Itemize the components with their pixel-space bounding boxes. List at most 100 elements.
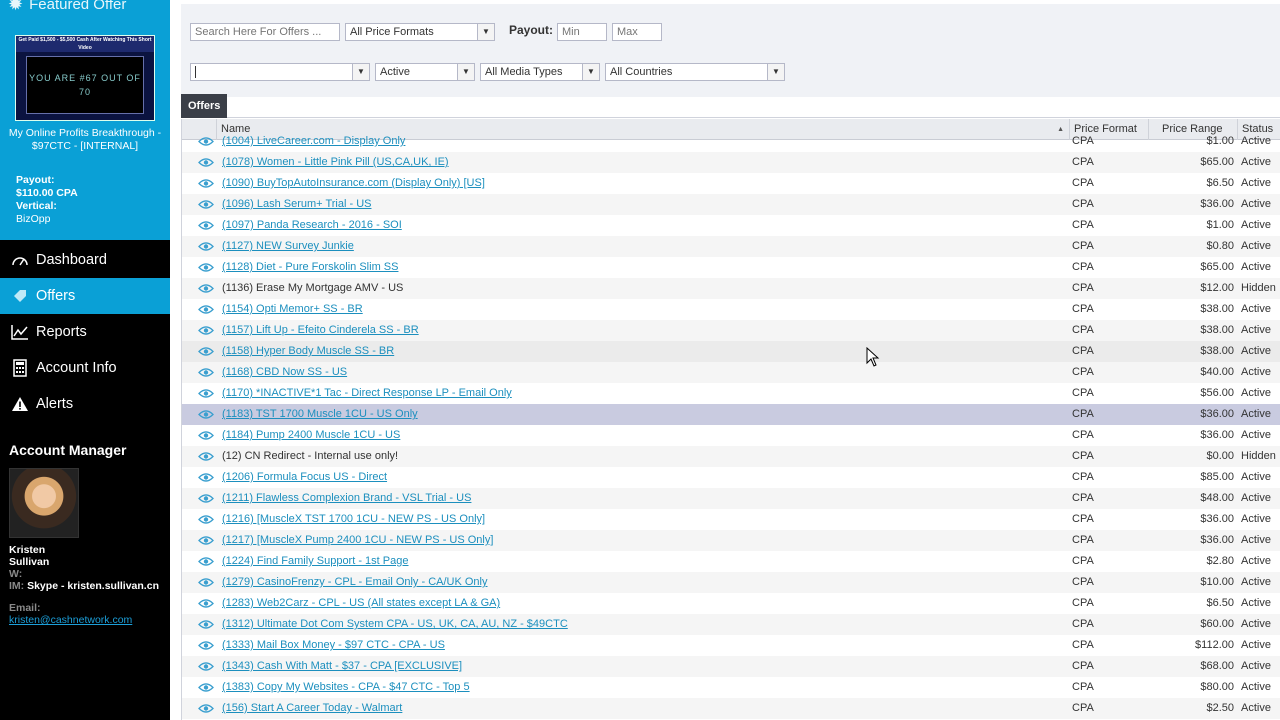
table-row[interactable]: (1184) Pump 2400 Muscle 1CU - US CPA $36.0… <box>182 425 1280 446</box>
offer-name-link[interactable]: (1383) Copy My Websites - CPA - $47 CTC … <box>222 677 470 698</box>
eye-icon[interactable] <box>198 346 214 357</box>
eye-icon[interactable] <box>198 535 214 546</box>
eye-icon[interactable] <box>198 262 214 273</box>
table-row[interactable]: (1383) Copy My Websites - CPA - $47 CTC … <box>182 677 1280 698</box>
offer-name-link[interactable]: (1206) Formula Focus US - Direct <box>222 467 387 488</box>
offer-name-link[interactable]: (1168) CBD Now SS - US <box>222 362 347 383</box>
eye-icon[interactable] <box>198 325 214 336</box>
eye-icon[interactable] <box>198 409 214 420</box>
nav-item-dashboard[interactable]: Dashboard <box>0 242 170 278</box>
offer-name-link[interactable]: (1078) Women - Little Pink Pill (US,CA,U… <box>222 152 449 173</box>
offer-name-link[interactable]: (1158) Hyper Body Muscle SS - BR <box>222 341 394 362</box>
table-row[interactable]: (1279) CasinoFrenzy - CPL - Email Only -… <box>182 572 1280 593</box>
table-row[interactable]: (1211) Flawless Complexion Brand - VSL T… <box>182 488 1280 509</box>
table-row[interactable]: (1343) Cash With Matt - $37 - CPA [EXCLU… <box>182 656 1280 677</box>
eye-icon[interactable] <box>198 682 214 693</box>
eye-icon[interactable] <box>198 304 214 315</box>
offer-name-link[interactable]: (1283) Web2Carz - CPL - US (All states e… <box>222 593 500 614</box>
offer-name-link[interactable]: (1090) BuyTopAutoInsurance.com (Display … <box>222 173 485 194</box>
eye-icon[interactable] <box>198 598 214 609</box>
table-row[interactable]: (1216) [MuscleX TST 1700 1CU - NEW PS - … <box>182 509 1280 530</box>
payout-min-input[interactable] <box>557 23 607 41</box>
offer-name-link[interactable]: (1157) Lift Up - Efeito Cinderela SS - B… <box>222 320 419 341</box>
table-row[interactable]: (1127) NEW Survey Junkie CPA $0.80 Active <box>182 236 1280 257</box>
eye-icon[interactable] <box>198 703 214 714</box>
media-types-select[interactable]: All Media Types ▼ <box>480 63 600 81</box>
eye-icon[interactable] <box>198 157 214 168</box>
table-row[interactable]: (1168) CBD Now SS - US CPA $40.00 Active <box>182 362 1280 383</box>
offer-name-link[interactable]: (1183) TST 1700 Muscle 1CU - US Only <box>222 404 418 425</box>
eye-icon[interactable] <box>198 451 214 462</box>
table-row[interactable]: (156) Start A Career Today - Walmart CPA $… <box>182 698 1280 719</box>
status-cell: Active <box>1241 324 1271 336</box>
table-row[interactable]: (1170) *INACTIVE*1 Tac - Direct Response… <box>182 383 1280 404</box>
nav-item-offers[interactable]: Offers <box>0 278 170 314</box>
nav-item-reports[interactable]: Reports <box>0 314 170 350</box>
offer-name-link[interactable]: (1097) Panda Research - 2016 - SOI <box>222 215 402 236</box>
eye-icon[interactable] <box>198 430 214 441</box>
eye-icon[interactable] <box>198 283 214 294</box>
table-row[interactable]: (1158) Hyper Body Muscle SS - BR CPA $38.0… <box>182 341 1280 362</box>
featured-offer-thumbnail[interactable]: Get Paid $1,500 - $5,500 Cash After Watc… <box>15 35 155 121</box>
offer-name-link[interactable]: (1224) Find Family Support - 1st Page <box>222 551 408 572</box>
offer-name-link[interactable]: (1279) CasinoFrenzy - CPL - Email Only -… <box>222 572 488 593</box>
eye-icon[interactable] <box>198 220 214 231</box>
eye-icon[interactable] <box>198 178 214 189</box>
offer-name-link[interactable]: (1211) Flawless Complexion Brand - VSL T… <box>222 488 471 509</box>
table-row[interactable]: (1128) Diet - Pure Forskolin Slim SS CPA $… <box>182 257 1280 278</box>
offer-name-link[interactable]: (1127) NEW Survey Junkie <box>222 236 354 257</box>
search-input[interactable] <box>190 23 340 41</box>
table-row[interactable]: (1078) Women - Little Pink Pill (US,CA,U… <box>182 152 1280 173</box>
eye-icon[interactable] <box>198 619 214 630</box>
offer-name-link[interactable]: (1128) Diet - Pure Forskolin Slim SS <box>222 257 398 278</box>
nav-item-account-info[interactable]: Account Info <box>0 350 170 386</box>
table-row[interactable]: (1283) Web2Carz - CPL - US (All states e… <box>182 593 1280 614</box>
table-row[interactable]: (1004) LiveCareer.com - Display Only CPA $… <box>182 131 1280 152</box>
countries-select[interactable]: All Countries ▼ <box>605 63 785 81</box>
offer-name-link[interactable]: (1004) LiveCareer.com - Display Only <box>222 131 405 152</box>
table-row[interactable]: (1136) Erase My Mortgage AMV - US CPA $12.… <box>182 278 1280 299</box>
offer-name-link[interactable]: (1096) Lash Serum+ Trial - US <box>222 194 371 215</box>
eye-icon[interactable] <box>198 577 214 588</box>
offer-name-link[interactable]: (1217) [MuscleX Pump 2400 1CU - NEW PS -… <box>222 530 493 551</box>
table-row[interactable]: (1312) Ultimate Dot Com System CPA - US,… <box>182 614 1280 635</box>
eye-icon[interactable] <box>198 661 214 672</box>
eye-icon[interactable] <box>198 199 214 210</box>
offer-name-link[interactable]: (156) Start A Career Today - Walmart <box>222 698 402 719</box>
eye-icon[interactable] <box>198 556 214 567</box>
table-row[interactable]: (1154) Opti Memor+ SS - BR CPA $38.00 Activ… <box>182 299 1280 320</box>
table-row[interactable]: (1090) BuyTopAutoInsurance.com (Display … <box>182 173 1280 194</box>
table-row[interactable]: (1217) [MuscleX Pump 2400 1CU - NEW PS -… <box>182 530 1280 551</box>
eye-icon[interactable] <box>198 472 214 483</box>
category-select[interactable]: ▼ <box>190 63 370 81</box>
eye-icon[interactable] <box>198 241 214 252</box>
table-row[interactable]: (1333) Mail Box Money - $97 CTC - CPA - … <box>182 635 1280 656</box>
eye-icon[interactable] <box>198 640 214 651</box>
offer-name-link[interactable]: (1184) Pump 2400 Muscle 1CU - US <box>222 425 400 446</box>
table-row[interactable]: (1157) Lift Up - Efeito Cinderela SS - B… <box>182 320 1280 341</box>
status-select[interactable]: Active ▼ <box>375 63 475 81</box>
offer-name-link[interactable]: (1170) *INACTIVE*1 Tac - Direct Response… <box>222 383 512 404</box>
eye-icon[interactable] <box>198 367 214 378</box>
tab-offers[interactable]: Offers <box>181 94 228 118</box>
eye-icon[interactable] <box>198 388 214 399</box>
eye-icon[interactable] <box>198 136 214 147</box>
offer-name-link[interactable]: (1343) Cash With Matt - $37 - CPA [EXCLU… <box>222 656 462 677</box>
table-row[interactable]: (1224) Find Family Support - 1st Page CPA… <box>182 551 1280 572</box>
table-row[interactable]: (1096) Lash Serum+ Trial - US CPA $36.00 Ac… <box>182 194 1280 215</box>
offer-name-link[interactable]: (1154) Opti Memor+ SS - BR <box>222 299 363 320</box>
table-row[interactable]: (1206) Formula Focus US - Direct CPA $85.0… <box>182 467 1280 488</box>
offer-name-link[interactable]: (1216) [MuscleX TST 1700 1CU - NEW PS - … <box>222 509 485 530</box>
eye-icon[interactable] <box>198 514 214 525</box>
table-row[interactable]: (1183) TST 1700 Muscle 1CU - US Only CPA $… <box>182 404 1280 425</box>
email-link[interactable]: kristen@cashnetwork.com <box>9 614 132 626</box>
eye-icon[interactable] <box>198 493 214 504</box>
payout-max-input[interactable] <box>612 23 662 41</box>
featured-offer-name[interactable]: My Online Profits Breakthrough - $97CTC … <box>8 127 162 152</box>
price-format-select[interactable]: All Price Formats ▼ <box>345 23 495 41</box>
offer-name-link[interactable]: (1333) Mail Box Money - $97 CTC - CPA - … <box>222 635 445 656</box>
table-row[interactable]: (1097) Panda Research - 2016 - SOI CPA $1.… <box>182 215 1280 236</box>
offer-name-link[interactable]: (1312) Ultimate Dot Com System CPA - US,… <box>222 614 568 635</box>
nav-item-alerts[interactable]: Alerts <box>0 386 170 422</box>
table-row[interactable]: (12) CN Redirect - Internal use only! CPA… <box>182 446 1280 467</box>
